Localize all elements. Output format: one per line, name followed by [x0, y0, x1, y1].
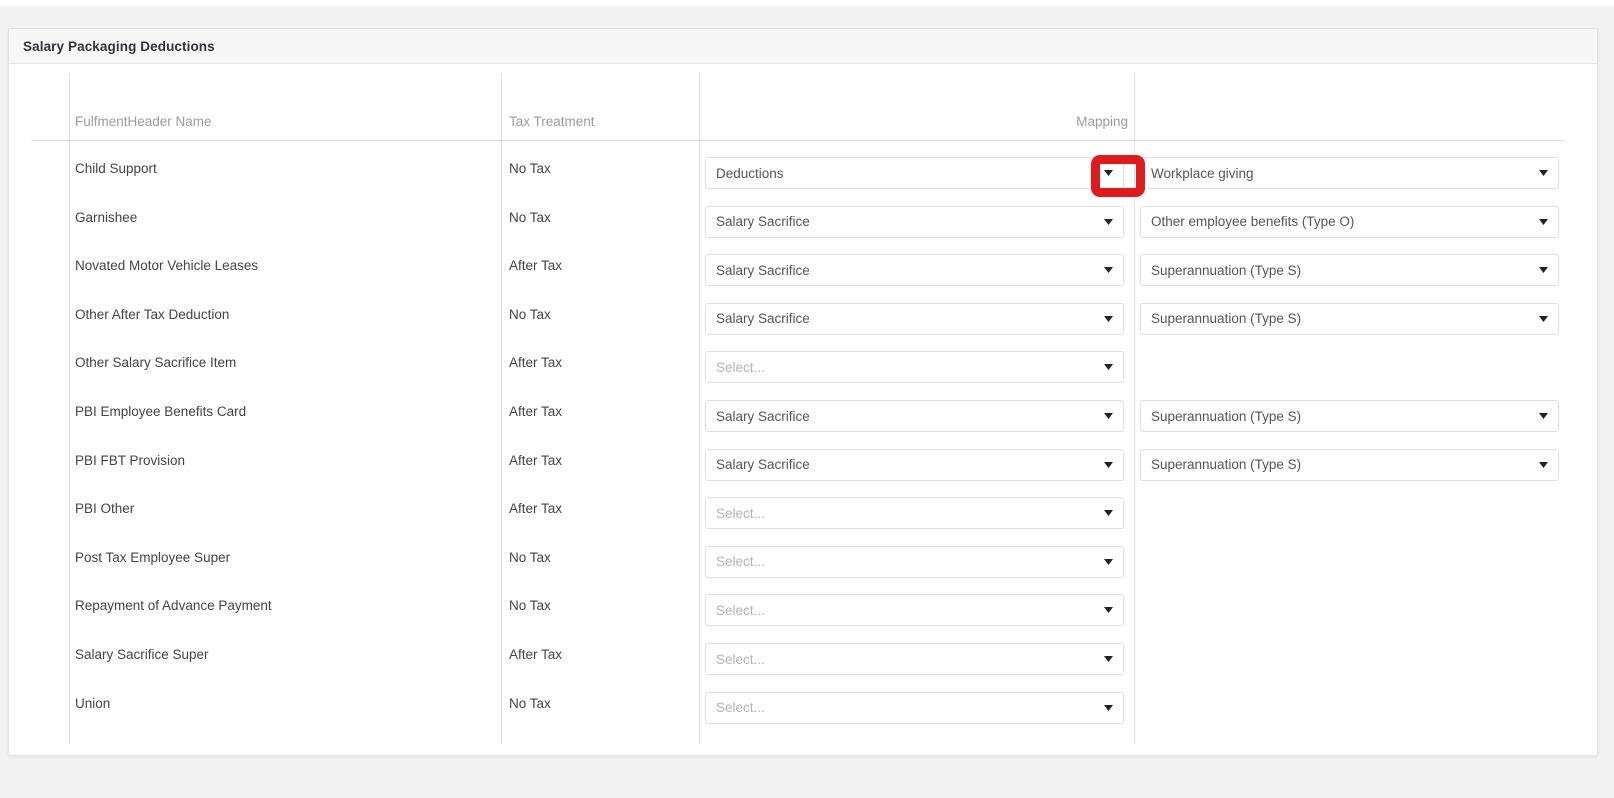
- table-row: Child Support No Tax Deductions Workplace g…: [23, 149, 1571, 198]
- chevron-down-icon[interactable]: [1097, 255, 1119, 285]
- row-fulfment-header-name: PBI Employee Benefits Card: [75, 404, 247, 419]
- table-row: Post Tax Employee Super No Tax Select...: [23, 538, 1571, 587]
- row-mapping-primary-select[interactable]: Select...: [705, 545, 1124, 578]
- row-mapping-primary-select[interactable]: Select...: [705, 691, 1124, 724]
- salary-packaging-deductions-card: Salary Packaging Deductions FulfmentHead…: [8, 28, 1598, 756]
- row-mapping-primary-select[interactable]: Select...: [705, 594, 1124, 627]
- row-tax-treatment: No Tax: [509, 161, 551, 176]
- row-mapping-primary-value: Select...: [716, 651, 765, 667]
- row-tax-treatment: After Tax: [509, 501, 563, 517]
- chevron-down-icon[interactable]: [1097, 595, 1119, 625]
- chevron-down-icon[interactable]: [1097, 547, 1119, 577]
- row-mapping-primary-value: Salary Sacrifice: [716, 457, 810, 473]
- chevron-down-icon[interactable]: [1532, 255, 1554, 285]
- row-tax-treatment: After Tax: [509, 647, 563, 662]
- chevron-down-icon[interactable]: [1097, 644, 1119, 674]
- chevron-down-icon[interactable]: [1532, 207, 1554, 237]
- row-mapping-secondary-select[interactable]: Superannuation (Type S): [1140, 448, 1559, 481]
- chevron-down-icon[interactable]: [1097, 304, 1119, 334]
- row-mapping-primary-value: Deductions: [716, 165, 784, 181]
- row-fulfment-header-name: Garnishee: [75, 209, 138, 225]
- column-header-mapping: Mapping: [1076, 114, 1128, 129]
- row-mapping-primary-select[interactable]: Salary Sacrifice: [705, 400, 1124, 432]
- row-mapping-primary-select[interactable]: Select...: [705, 497, 1124, 530]
- row-mapping-primary-value: Salary Sacrifice: [716, 311, 810, 327]
- row-mapping-secondary-value: Workplace giving: [1151, 165, 1254, 181]
- row-mapping-secondary-select[interactable]: Superannuation (Type S): [1140, 254, 1559, 287]
- chevron-down-icon[interactable]: [1532, 450, 1554, 480]
- row-fulfment-header-name: Child Support: [75, 161, 157, 176]
- chevron-down-icon[interactable]: [1097, 693, 1119, 723]
- row-fulfment-header-name: PBI Other: [75, 501, 135, 517]
- row-tax-treatment: After Tax: [509, 355, 563, 371]
- row-mapping-primary-select[interactable]: Select...: [705, 351, 1124, 384]
- table-row: Salary Sacrifice Super After Tax Select...: [23, 635, 1571, 684]
- mapping-table: FulfmentHeader Name Tax Treatment Mappin…: [23, 64, 1571, 755]
- chevron-down-icon[interactable]: [1097, 158, 1119, 188]
- card-header: Salary Packaging Deductions: [9, 29, 1597, 64]
- table-row: PBI FBT Provision After Tax Salary Sacrifi…: [23, 441, 1571, 490]
- card-title: Salary Packaging Deductions: [23, 38, 215, 54]
- table-row: PBI Other After Tax Select...: [23, 489, 1571, 538]
- row-fulfment-header-name: Union: [75, 695, 111, 711]
- chevron-down-icon[interactable]: [1532, 304, 1554, 334]
- chevron-down-icon[interactable]: [1097, 401, 1119, 431]
- chevron-down-icon[interactable]: [1097, 450, 1119, 480]
- chevron-down-icon[interactable]: [1097, 352, 1119, 382]
- row-mapping-primary-select[interactable]: Salary Sacrifice: [705, 448, 1124, 481]
- row-mapping-primary-select[interactable]: Select...: [705, 643, 1124, 675]
- table-row: Other After Tax Deduction No Tax Salary Sa…: [23, 295, 1571, 344]
- row-mapping-primary-select[interactable]: Deductions: [705, 157, 1124, 189]
- row-mapping-primary-value: Select...: [716, 602, 765, 618]
- row-mapping-primary-select[interactable]: Salary Sacrifice: [705, 254, 1124, 287]
- chevron-down-icon[interactable]: [1532, 158, 1554, 188]
- row-mapping-primary-value: Salary Sacrifice: [716, 214, 810, 230]
- table-row: Repayment of Advance Payment No Tax Select…: [23, 586, 1571, 635]
- row-mapping-secondary-value: Superannuation (Type S): [1151, 262, 1302, 278]
- row-mapping-primary-value: Salary Sacrifice: [716, 262, 810, 278]
- row-mapping-primary-value: Select...: [716, 554, 765, 570]
- table-row: Novated Motor Vehicle Leases After Tax Sal…: [23, 246, 1571, 295]
- row-fulfment-header-name: Novated Motor Vehicle Leases: [75, 258, 259, 274]
- row-mapping-primary-value: Select...: [716, 700, 765, 716]
- row-mapping-primary-value: Salary Sacrifice: [716, 408, 810, 424]
- row-mapping-secondary-value: Other employee benefits (Type O): [1151, 214, 1355, 230]
- chevron-down-icon[interactable]: [1532, 401, 1554, 431]
- header-divider: [31, 140, 1565, 141]
- row-mapping-secondary-value: Superannuation (Type S): [1151, 457, 1302, 473]
- row-mapping-primary-value: Select...: [716, 505, 765, 521]
- row-tax-treatment: No Tax: [509, 695, 551, 711]
- row-tax-treatment: After Tax: [509, 452, 563, 468]
- column-header-tax-treatment: Tax Treatment: [509, 114, 595, 129]
- column-header-fulfment-header-name: FulfmentHeader Name: [75, 114, 212, 129]
- row-fulfment-header-name: Salary Sacrifice Super: [75, 647, 209, 662]
- row-mapping-secondary-select[interactable]: Superannuation (Type S): [1140, 400, 1559, 432]
- row-fulfment-header-name: Post Tax Employee Super: [75, 549, 231, 565]
- table-row: Union No Tax Select...: [23, 684, 1571, 733]
- row-mapping-secondary-select[interactable]: Superannuation (Type S): [1140, 302, 1559, 335]
- row-fulfment-header-name: Repayment of Advance Payment: [75, 598, 272, 614]
- row-tax-treatment: After Tax: [509, 404, 563, 419]
- row-tax-treatment: No Tax: [509, 598, 551, 614]
- row-mapping-secondary-value: Superannuation (Type S): [1151, 311, 1302, 327]
- row-tax-treatment: No Tax: [509, 306, 551, 322]
- table-row: Other Salary Sacrifice Item After Tax Sele…: [23, 343, 1571, 392]
- row-mapping-primary-value: Select...: [716, 359, 765, 375]
- chevron-down-icon[interactable]: [1097, 207, 1119, 237]
- row-tax-treatment: No Tax: [509, 209, 551, 225]
- chevron-down-icon[interactable]: [1097, 498, 1119, 528]
- row-tax-treatment: After Tax: [509, 258, 563, 274]
- table-row: Garnishee No Tax Salary Sacrifice Other emp…: [23, 198, 1571, 247]
- row-fulfment-header-name: PBI FBT Provision: [75, 452, 186, 468]
- row-fulfment-header-name: Other Salary Sacrifice Item: [75, 355, 237, 371]
- row-fulfment-header-name: Other After Tax Deduction: [75, 306, 230, 322]
- row-mapping-secondary-value: Superannuation (Type S): [1151, 408, 1302, 424]
- row-mapping-primary-select[interactable]: Salary Sacrifice: [705, 302, 1124, 335]
- row-mapping-secondary-select[interactable]: Workplace giving: [1140, 157, 1559, 189]
- row-mapping-primary-select[interactable]: Salary Sacrifice: [705, 205, 1124, 238]
- row-mapping-secondary-select[interactable]: Other employee benefits (Type O): [1140, 205, 1559, 238]
- card-body: FulfmentHeader Name Tax Treatment Mappin…: [9, 64, 1597, 755]
- table-row: PBI Employee Benefits Card After Tax Salar…: [23, 392, 1571, 441]
- row-tax-treatment: No Tax: [509, 549, 551, 565]
